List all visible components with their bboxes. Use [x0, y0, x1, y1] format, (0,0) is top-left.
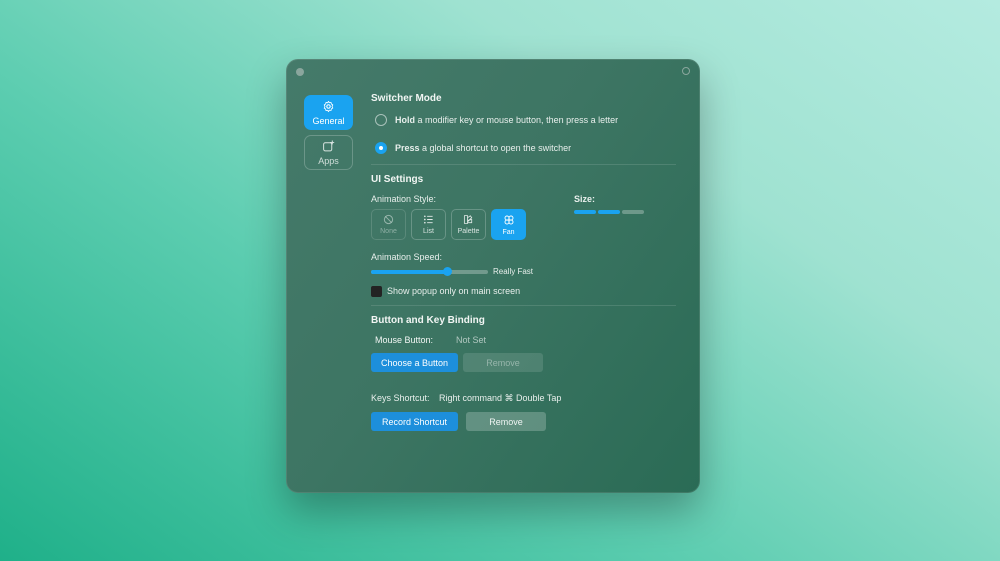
ui-settings-title: UI Settings: [371, 174, 424, 185]
prohibited-icon: [383, 214, 394, 225]
record-shortcut-button[interactable]: Record Shortcut: [371, 412, 458, 431]
tab-apps[interactable]: Apps: [304, 135, 353, 170]
animation-style-fan[interactable]: Fan: [491, 209, 526, 240]
popup-main-screen-label[interactable]: Show popup only on main screen: [387, 286, 520, 296]
window-close-dot[interactable]: [296, 68, 304, 76]
popup-main-screen-checkbox[interactable]: [371, 286, 382, 297]
size-segment-2[interactable]: [598, 210, 620, 214]
tab-general-label: General: [312, 115, 345, 126]
slider-fill: [371, 270, 448, 274]
radio-press-bold: Press: [395, 143, 420, 153]
size-label: Size:: [574, 194, 596, 204]
app-add-icon: [323, 140, 335, 151]
animation-speed-slider[interactable]: [371, 267, 488, 276]
animation-style-none-label: None: [380, 228, 397, 235]
radio-press-text: a global shortcut to open the switcher: [419, 143, 572, 153]
animation-style-list[interactable]: List: [411, 209, 446, 240]
keys-shortcut-value: Right command ⌘ Double Tap: [439, 393, 562, 403]
size-segment-3[interactable]: [622, 210, 644, 214]
radio-press[interactable]: [375, 142, 387, 154]
keys-shortcut-label: Keys Shortcut:: [371, 393, 430, 403]
animation-style-none[interactable]: None: [371, 209, 406, 240]
radio-hold[interactable]: [375, 114, 387, 126]
palette-icon: [463, 214, 473, 225]
animation-speed-label: Animation Speed:: [371, 252, 443, 262]
animation-style-fan-label: Fan: [502, 228, 515, 236]
radio-hold-bold: Hold: [395, 115, 415, 125]
info-icon[interactable]: [682, 67, 690, 75]
choose-button-button[interactable]: Choose a Button: [371, 353, 458, 372]
size-segment-1[interactable]: [574, 210, 596, 214]
fan-icon: [504, 215, 513, 224]
preferences-window: General Apps Switcher Mode Hold a modifi…: [286, 59, 700, 493]
radio-hold-text: a modifier key or mouse button, then pre…: [415, 115, 619, 125]
divider: [371, 305, 676, 306]
remove-mouse-button[interactable]: Remove: [463, 353, 543, 372]
divider: [371, 164, 676, 165]
animation-speed-value: Really Fast: [493, 267, 534, 276]
binding-title: Button and Key Binding: [371, 315, 485, 326]
mouse-button-value: Not Set: [456, 335, 487, 345]
gear-icon: [323, 100, 334, 112]
list-icon: [424, 215, 433, 224]
radio-hold-option[interactable]: Hold a modifier key or mouse button, the…: [375, 114, 618, 126]
switcher-mode-title: Switcher Mode: [371, 93, 442, 104]
animation-style-label: Animation Style:: [371, 194, 437, 204]
remove-shortcut-button[interactable]: Remove: [466, 412, 546, 431]
slider-knob[interactable]: [443, 267, 453, 276]
mouse-button-label: Mouse Button:: [375, 335, 434, 345]
radio-press-option[interactable]: Press a global shortcut to open the swit…: [375, 142, 571, 154]
animation-style-palette[interactable]: Palette: [451, 209, 486, 240]
animation-style-list-label: List: [423, 228, 434, 235]
tab-apps-label: Apps: [318, 155, 339, 166]
tab-general[interactable]: General: [304, 95, 353, 130]
animation-style-palette-label: Palette: [457, 228, 480, 235]
